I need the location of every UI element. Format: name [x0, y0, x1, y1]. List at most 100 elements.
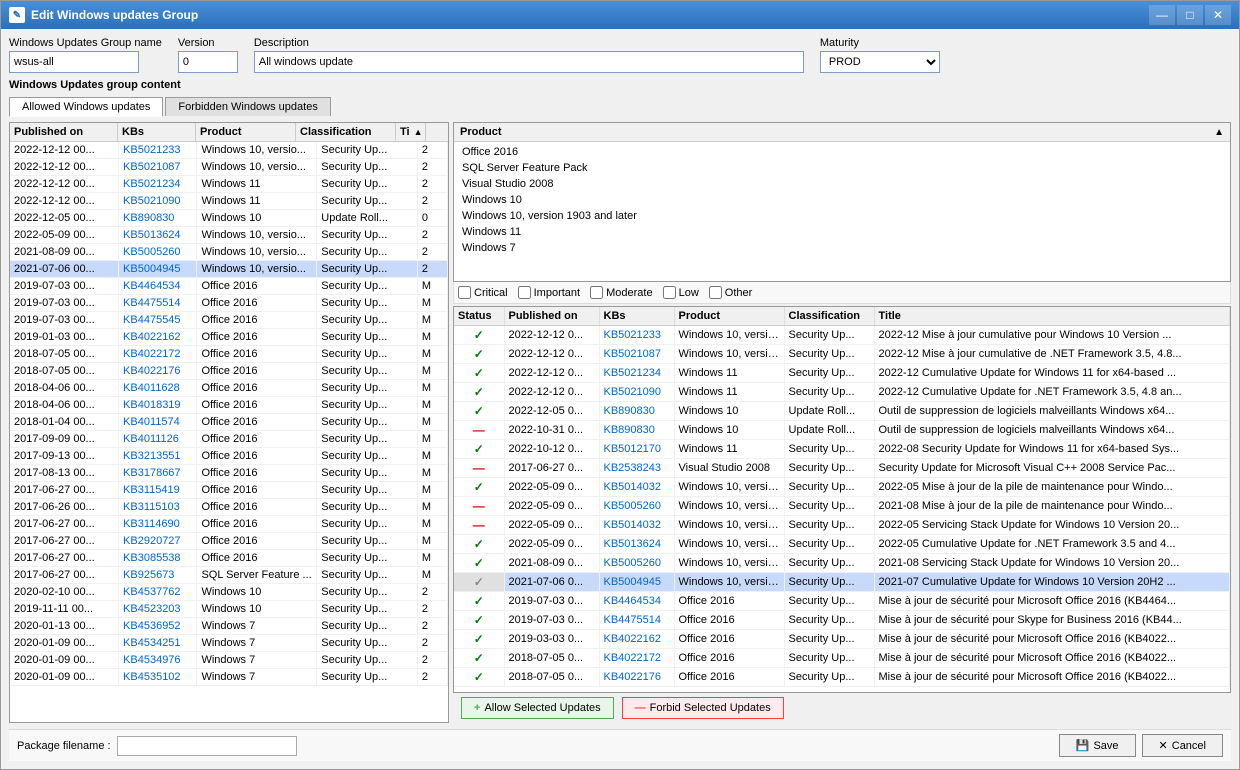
cell-classification: Security Up...: [317, 193, 418, 210]
left-table-row[interactable]: 2017-06-26 00... KB3115103 Office 2016 S…: [10, 499, 448, 516]
cell-product-r: Windows 10: [674, 421, 784, 440]
product-item[interactable]: Windows 10, version 1903 and later: [454, 208, 1230, 224]
product-item[interactable]: SQL Server Feature Pack: [454, 160, 1230, 176]
col-status[interactable]: Status: [454, 307, 504, 326]
allow-selected-button[interactable]: + Allow Selected Updates: [461, 697, 614, 719]
left-table-row[interactable]: 2021-08-09 00... KB5005260 Windows 10, v…: [10, 244, 448, 261]
right-table-row[interactable]: ✓ 2022-05-09 0... KB5013624 Windows 10, …: [454, 535, 1230, 554]
right-table-row[interactable]: ✓ 2021-08-09 0... KB5005260 Windows 10, …: [454, 554, 1230, 573]
save-button[interactable]: 💾 Save: [1059, 734, 1136, 757]
product-item[interactable]: Visual Studio 2008: [454, 176, 1230, 192]
version-input[interactable]: [178, 51, 238, 73]
left-table-row[interactable]: 2017-09-13 00... KB3213551 Office 2016 S…: [10, 448, 448, 465]
left-table-row[interactable]: 2022-12-12 00... KB5021087 Windows 10, v…: [10, 159, 448, 176]
forbid-selected-button[interactable]: — Forbid Selected Updates: [622, 697, 784, 719]
maximize-button[interactable]: □: [1177, 5, 1203, 25]
left-table-row[interactable]: 2018-04-06 00... KB4018319 Office 2016 S…: [10, 397, 448, 414]
cell-classification: Security Up...: [317, 176, 418, 193]
left-table-row[interactable]: 2018-07-05 00... KB4022176 Office 2016 S…: [10, 363, 448, 380]
right-table-row[interactable]: ✓ 2022-10-12 0... KB5012170 Windows 11 S…: [454, 440, 1230, 459]
product-list[interactable]: Office 2016 SQL Server Feature Pack Visu…: [454, 142, 1230, 281]
col-classification-r[interactable]: Classification: [784, 307, 874, 326]
col-classification[interactable]: Classification: [296, 123, 396, 141]
description-input[interactable]: [254, 51, 804, 73]
maturity-select[interactable]: PROD DEV QA: [820, 51, 940, 73]
product-item[interactable]: Office 2016: [454, 144, 1230, 160]
right-table-row[interactable]: ✓ 2021-07-06 0... KB5004945 Windows 10, …: [454, 573, 1230, 592]
product-item[interactable]: Windows 11: [454, 224, 1230, 240]
left-table-row[interactable]: 2019-07-03 00... KB4475514 Office 2016 S…: [10, 295, 448, 312]
package-filename-input[interactable]: [117, 736, 297, 756]
left-table-row[interactable]: 2017-06-27 00... KB3085538 Office 2016 S…: [10, 550, 448, 567]
cell-status: ✓: [454, 535, 504, 554]
tab-allowed[interactable]: Allowed Windows updates: [9, 97, 163, 117]
left-table-row[interactable]: 2020-01-13 00... KB4536952 Windows 7 Sec…: [10, 618, 448, 635]
left-table-row[interactable]: 2022-12-12 00... KB5021233 Windows 10, v…: [10, 142, 448, 159]
left-table-row[interactable]: 2017-06-27 00... KB2920727 Office 2016 S…: [10, 533, 448, 550]
left-table-row[interactable]: 2020-01-09 00... KB4534976 Windows 7 Sec…: [10, 652, 448, 669]
right-table-row[interactable]: ✓ 2019-03-03 0... KB4022162 Office 2016 …: [454, 630, 1230, 649]
right-table-row[interactable]: — 2022-10-31 0... KB890830 Windows 10 Up…: [454, 421, 1230, 440]
col-title-r[interactable]: Title: [874, 307, 1230, 326]
filter-critical[interactable]: Critical: [458, 286, 508, 299]
right-table-row[interactable]: ✓ 2022-12-12 0... KB5021087 Windows 10, …: [454, 345, 1230, 364]
filter-low[interactable]: Low: [663, 286, 699, 299]
left-table-row[interactable]: 2019-01-03 00... KB4022162 Office 2016 S…: [10, 329, 448, 346]
left-table-row[interactable]: 2017-08-13 00... KB3178667 Office 2016 S…: [10, 465, 448, 482]
left-table-row[interactable]: 2022-05-09 00... KB5013624 Windows 10, v…: [10, 227, 448, 244]
left-table-row[interactable]: 2020-01-09 00... KB4534251 Windows 7 Sec…: [10, 635, 448, 652]
col-kbs-r[interactable]: KBs: [599, 307, 674, 326]
left-table-row[interactable]: 2020-01-09 00... KB4535102 Windows 7 Sec…: [10, 669, 448, 686]
filter-other[interactable]: Other: [709, 286, 753, 299]
right-table-row[interactable]: ✓ 2022-05-09 0... KB5014032 Windows 10, …: [454, 478, 1230, 497]
left-table-row[interactable]: 2018-07-05 00... KB4022172 Office 2016 S…: [10, 346, 448, 363]
col-published-r[interactable]: Published on: [504, 307, 599, 326]
col-kbs[interactable]: KBs: [118, 123, 196, 141]
left-table-row[interactable]: 2019-07-03 00... KB4475545 Office 2016 S…: [10, 312, 448, 329]
group-name-input[interactable]: [9, 51, 139, 73]
left-table-row[interactable]: 2017-06-27 00... KB925673 SQL Server Fea…: [10, 567, 448, 584]
left-table-row[interactable]: 2022-12-12 00... KB5021234 Windows 11 Se…: [10, 176, 448, 193]
product-item[interactable]: Windows 7: [454, 240, 1230, 256]
right-table-row[interactable]: ✓ 2018-07-05 0... KB4022176 Office 2016 …: [454, 668, 1230, 687]
left-table-row[interactable]: 2018-01-04 00... KB4011574 Office 2016 S…: [10, 414, 448, 431]
right-table-row[interactable]: ✓ 2019-07-03 0... KB4464534 Office 2016 …: [454, 592, 1230, 611]
left-table-row[interactable]: 2019-11-11 00... KB4523203 Windows 10 Se…: [10, 601, 448, 618]
left-table-row[interactable]: 2021-07-06 00... KB5004945 Windows 10, v…: [10, 261, 448, 278]
right-table-row[interactable]: — 2022-05-09 0... KB5014032 Windows 10, …: [454, 516, 1230, 535]
col-product[interactable]: Product: [196, 123, 296, 141]
right-table-row[interactable]: ✓ 2018-07-05 0... KB4022172 Office 2016 …: [454, 649, 1230, 668]
right-table-row[interactable]: — 2022-05-09 0... KB5005260 Windows 10, …: [454, 497, 1230, 516]
left-table-row[interactable]: 2022-12-05 00... KB890830 Windows 10 Upd…: [10, 210, 448, 227]
left-table-row[interactable]: 2017-06-27 00... KB3114690 Office 2016 S…: [10, 516, 448, 533]
right-table-row[interactable]: ✓ 2022-12-05 0... KB890830 Windows 10 Up…: [454, 402, 1230, 421]
right-table-row[interactable]: — 2017-06-27 0... KB2538243 Visual Studi…: [454, 459, 1230, 478]
right-table-scroll[interactable]: Status Published on KBs Product Classifi…: [454, 307, 1230, 692]
close-button[interactable]: ✕: [1205, 5, 1231, 25]
right-table-row[interactable]: ✓ 2022-12-12 0... KB5021234 Windows 11 S…: [454, 364, 1230, 383]
col-product-r[interactable]: Product: [674, 307, 784, 326]
product-sort-icon[interactable]: ▲: [1214, 127, 1224, 138]
left-table-row[interactable]: 2019-07-03 00... KB4464534 Office 2016 S…: [10, 278, 448, 295]
right-table-row[interactable]: ✓ 2022-12-12 0... KB5021233 Windows 10, …: [454, 326, 1230, 345]
cell-published-r: 2018-07-05 0...: [504, 649, 599, 668]
right-table-row[interactable]: ✓ 2019-07-03 0... KB4475514 Office 2016 …: [454, 611, 1230, 630]
left-table-row[interactable]: 2017-09-09 00... KB4011126 Office 2016 S…: [10, 431, 448, 448]
filter-important[interactable]: Important: [518, 286, 580, 299]
product-item[interactable]: Windows 10: [454, 192, 1230, 208]
left-table-row[interactable]: 2017-06-27 00... KB3115419 Office 2016 S…: [10, 482, 448, 499]
right-table-row[interactable]: ✓ 2022-12-12 0... KB5021090 Windows 11 S…: [454, 383, 1230, 402]
cell-ti: M: [417, 363, 447, 380]
left-table-row[interactable]: 2020-02-10 00... KB4537762 Windows 10 Se…: [10, 584, 448, 601]
cell-ti: M: [417, 397, 447, 414]
tab-forbidden[interactable]: Forbidden Windows updates: [165, 97, 330, 116]
left-table-scroll[interactable]: 2022-12-12 00... KB5021233 Windows 10, v…: [10, 142, 448, 722]
col-published[interactable]: Published on: [10, 123, 118, 141]
col-ti[interactable]: Ti▲: [396, 123, 426, 141]
left-table-row[interactable]: 2022-12-12 00... KB5021090 Windows 11 Se…: [10, 193, 448, 210]
filter-moderate[interactable]: Moderate: [590, 286, 652, 299]
cell-kbs-r: KB4475514: [599, 611, 674, 630]
cancel-button[interactable]: ✕ Cancel: [1142, 734, 1223, 757]
minimize-button[interactable]: —: [1149, 5, 1175, 25]
left-table-row[interactable]: 2018-04-06 00... KB4011628 Office 2016 S…: [10, 380, 448, 397]
